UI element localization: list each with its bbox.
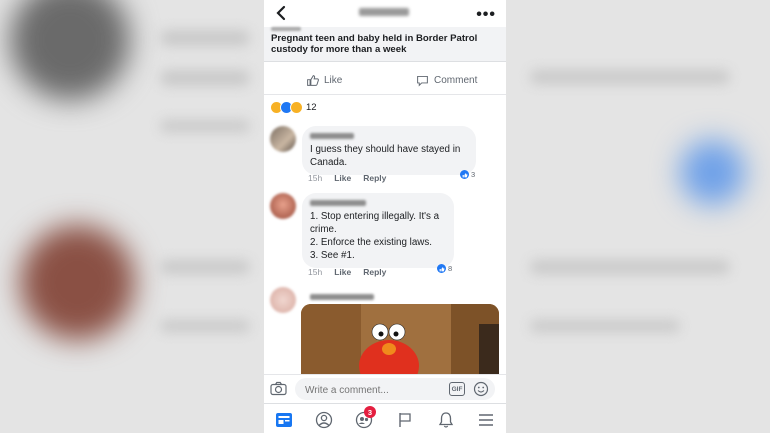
blurred-commenter-name[interactable] xyxy=(310,133,354,139)
comment-input-wrapper: GIF xyxy=(295,378,495,400)
thumbs-up-icon xyxy=(307,75,319,86)
like-reaction-icon xyxy=(437,264,446,273)
news-feed-icon[interactable] xyxy=(274,410,294,430)
blurred-commenter-name[interactable] xyxy=(310,294,374,300)
avatar[interactable] xyxy=(270,193,296,219)
comment-likes: 8 xyxy=(448,264,453,273)
profile-icon[interactable] xyxy=(314,410,334,430)
comment-label: Comment xyxy=(434,75,478,86)
comment-like-count[interactable]: 3 xyxy=(460,170,475,179)
comment-reply-link[interactable]: Reply xyxy=(363,267,386,277)
shared-link-card[interactable]: Pregnant teen and baby held in Border Pa… xyxy=(264,27,506,62)
bottom-tab-bar xyxy=(264,403,506,433)
emoji-icon[interactable] xyxy=(473,381,489,397)
flag-icon[interactable] xyxy=(395,410,415,430)
wow-reaction-icon xyxy=(290,100,303,114)
comment-time: 15h xyxy=(308,173,323,183)
mobile-facebook-post: ••• Pregnant teen and baby held in Borde… xyxy=(264,0,506,433)
ellipsis-icon[interactable]: ••• xyxy=(476,6,496,24)
gif-attachment[interactable] xyxy=(301,304,499,374)
elmo-gif-image xyxy=(301,304,499,374)
camera-icon[interactable] xyxy=(270,381,287,396)
comment-time: 15h xyxy=(308,267,323,277)
link-headline[interactable]: Pregnant teen and baby held in Border Pa… xyxy=(271,33,501,55)
comment-input[interactable] xyxy=(303,381,447,399)
comment-like-count[interactable]: 8 xyxy=(437,264,452,273)
comment-like-link[interactable]: Like xyxy=(334,173,351,183)
comment-reply-link[interactable]: Reply xyxy=(363,173,386,183)
bell-icon[interactable] xyxy=(436,410,456,430)
comment-button[interactable]: Comment xyxy=(416,74,477,87)
comment-bubble: 1. Stop entering illegally. It's a crime… xyxy=(302,193,454,268)
comment-likes: 3 xyxy=(471,170,476,179)
avatar[interactable] xyxy=(270,126,296,152)
comment-bubble: I guess they should have stayed in Canad… xyxy=(302,126,476,175)
reaction-summary[interactable]: 12 xyxy=(270,100,317,114)
post-actions: Like Comment xyxy=(264,68,506,95)
speech-bubble-icon xyxy=(417,75,428,87)
comment-meta: 15h Like Reply xyxy=(308,267,386,277)
comment-composer: GIF xyxy=(264,374,506,403)
like-label: Like xyxy=(324,75,343,86)
reaction-count: 12 xyxy=(306,101,317,113)
comment-text: 1. Stop entering illegally. It's a crime… xyxy=(310,211,440,261)
like-reaction-icon xyxy=(460,170,469,179)
like-button[interactable]: Like xyxy=(306,74,342,87)
comment-like-link[interactable]: Like xyxy=(334,267,351,277)
blurred-commenter-name[interactable] xyxy=(310,200,366,206)
menu-icon[interactable] xyxy=(476,410,496,430)
chevron-left-icon[interactable] xyxy=(274,5,288,21)
comment-meta: 15h Like Reply xyxy=(308,173,386,183)
page-title xyxy=(324,8,444,18)
top-bar: ••• xyxy=(264,0,506,27)
friends-notification-badge: 3 xyxy=(364,406,376,418)
blurred-title-text xyxy=(359,8,409,16)
gif-button[interactable]: GIF xyxy=(449,382,465,396)
blurred-link-meta xyxy=(271,27,301,31)
comment-text: I guess they should have stayed in Canad… xyxy=(310,144,461,168)
avatar[interactable] xyxy=(270,287,296,313)
